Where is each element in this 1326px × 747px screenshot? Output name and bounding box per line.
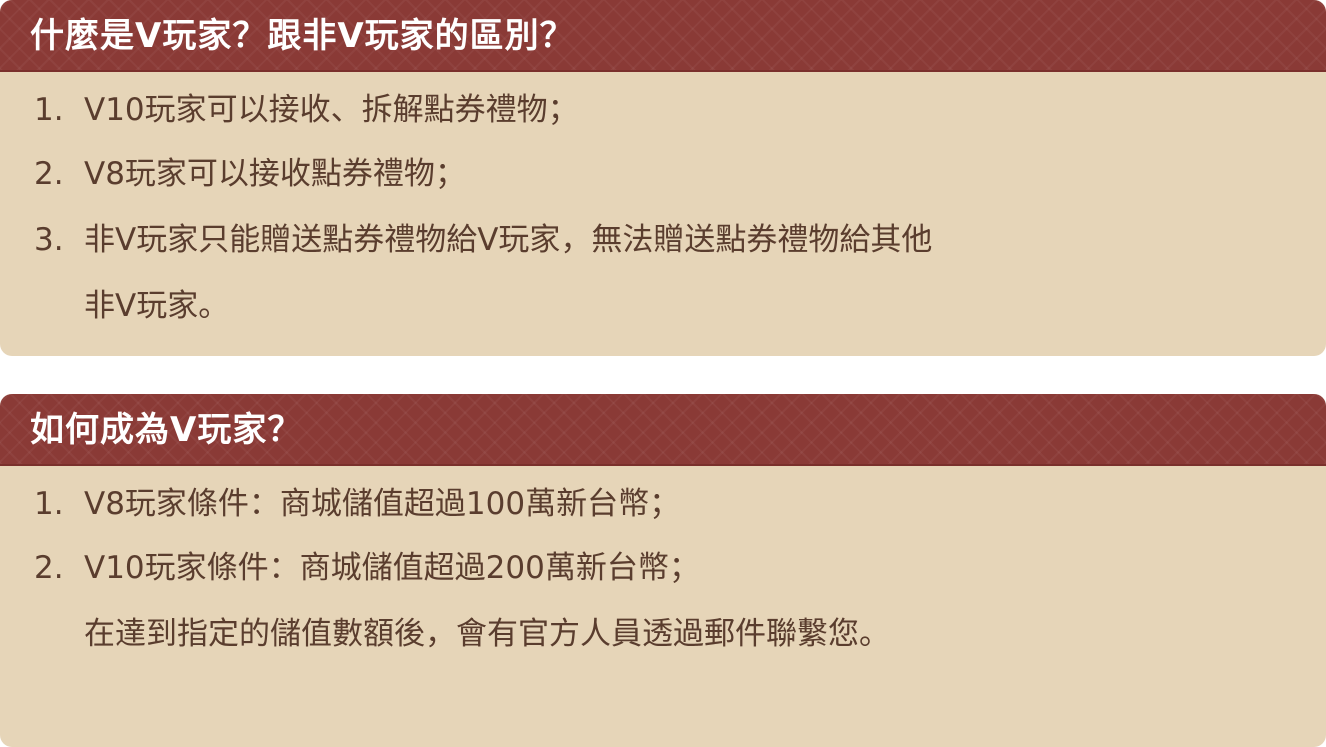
list-item: 1. V10玩家可以接收、拆解點券禮物；: [0, 82, 1326, 146]
item-number: 2.: [34, 550, 64, 586]
item-list: 1. V8玩家條件：商城儲值超過100萬新台幣； 2. V10玩家條件：商城儲值…: [0, 476, 1326, 670]
item-number: 3.: [34, 222, 64, 258]
become-vip-panel: 如何成為V玩家？ 1. V8玩家條件：商城儲值超過100萬新台幣； 2. V10…: [0, 394, 1326, 747]
item-text-line: V10玩家可以接收、拆解點券禮物；: [84, 92, 579, 128]
list-item: 2. V8玩家可以接收點券禮物；: [0, 146, 1326, 212]
item-number: 2.: [34, 156, 64, 192]
item-text: V8玩家可以接收點券禮物；: [84, 152, 1244, 196]
list-item: 1. V8玩家條件：商城儲值超過100萬新台幣；: [0, 476, 1326, 540]
item-text: V10玩家條件：商城儲值超過200萬新台幣； 在達到指定的儲值數額後，會有官方人…: [84, 546, 1244, 656]
list-item: 2. V10玩家條件：商城儲值超過200萬新台幣； 在達到指定的儲值數額後，會有…: [0, 540, 1326, 670]
item-number: 1.: [34, 92, 64, 128]
item-text: V8玩家條件：商城儲值超過100萬新台幣；: [84, 482, 1244, 526]
panel-title: 什麼是V玩家？跟非V玩家的區別？: [30, 16, 575, 56]
list-item: 3. 非V玩家只能贈送點券禮物給V玩家，無法贈送點券禮物給其他 非V玩家。: [0, 212, 1326, 342]
item-number: 1.: [34, 486, 64, 522]
item-text-line: V8玩家可以接收點券禮物；: [84, 156, 466, 192]
item-text-line: V10玩家條件：商城儲值超過200萬新台幣；: [84, 550, 700, 586]
item-text-line: 非V玩家只能贈送點券禮物給V玩家，無法贈送點券禮物給其他: [84, 222, 933, 258]
item-text: 非V玩家只能贈送點券禮物給V玩家，無法贈送點券禮物給其他 非V玩家。: [84, 218, 1244, 328]
item-text: V10玩家可以接收、拆解點券禮物；: [84, 88, 1244, 132]
panel-title: 如何成為V玩家？: [30, 410, 303, 450]
panel-header: 如何成為V玩家？: [0, 394, 1326, 466]
item-text-line-continued: 在達到指定的儲值數額後，會有官方人員透過郵件聯繫您。: [84, 616, 890, 652]
vip-difference-panel: 什麼是V玩家？跟非V玩家的區別？ 1. V10玩家可以接收、拆解點券禮物； 2.…: [0, 0, 1326, 356]
item-text-line-continued: 非V玩家。: [84, 288, 230, 324]
panel-header: 什麼是V玩家？跟非V玩家的區別？: [0, 0, 1326, 72]
item-text-line: V8玩家條件：商城儲值超過100萬新台幣；: [84, 486, 681, 522]
item-list: 1. V10玩家可以接收、拆解點券禮物； 2. V8玩家可以接收點券禮物； 3.…: [0, 82, 1326, 342]
